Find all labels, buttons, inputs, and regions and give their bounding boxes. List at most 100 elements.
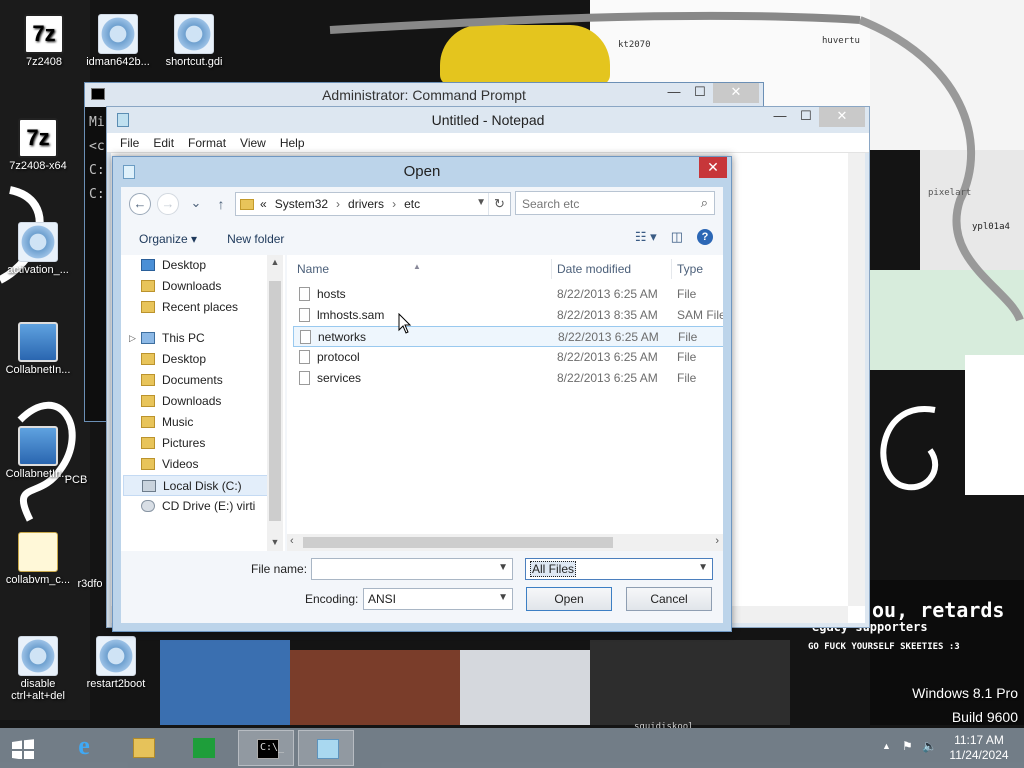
scroll-left-arrow-icon[interactable]: ‹ [290, 535, 294, 547]
search-input[interactable]: Search etc ⌕ [515, 191, 715, 215]
menu-format[interactable]: Format [181, 133, 233, 152]
open-dialog[interactable]: Open ✕ ← → ⌄ ↑ « System32 › drivers › et… [112, 156, 732, 632]
file-list[interactable]: ▲ Name Date modified Type hosts 8/22/2013… [287, 255, 723, 551]
navigation-pane[interactable]: Desktop Downloads Recent places ▷ This P… [121, 255, 285, 551]
desktop-icon-idman[interactable]: idman642b... [80, 14, 156, 68]
maximize-button[interactable]: ☐ [687, 83, 713, 103]
help-icon[interactable]: ? [697, 229, 713, 245]
desktop-icon-pcb[interactable]: PCB [56, 474, 96, 486]
minimize-button[interactable]: — [767, 107, 793, 127]
file-row[interactable]: lmhosts.sam 8/22/2013 8:35 AM SAM File [293, 305, 723, 326]
taskbar-notepad[interactable] [298, 730, 354, 766]
close-button[interactable]: ✕ [699, 157, 727, 178]
file-row[interactable]: networks 8/22/2013 6:25 AM File [293, 326, 723, 347]
desktop-icon-collabvm[interactable]: collabvm_c... [0, 532, 76, 586]
column-name[interactable]: Name [297, 262, 329, 276]
desktop-icon-shortcut[interactable]: shortcut.gdi [156, 14, 232, 68]
file-list-horizontal-scrollbar[interactable]: ‹ › [287, 534, 723, 551]
nav-favorites-desktop[interactable]: Desktop [141, 255, 285, 276]
encoding-select[interactable]: ANSI ▼ [363, 588, 513, 610]
breadcrumb-etc[interactable]: etc [404, 197, 420, 211]
desktop-icon-activation[interactable]: activation_... [0, 222, 76, 276]
scroll-up-arrow-icon[interactable]: ▲ [267, 257, 283, 267]
expand-arrow-icon[interactable]: ▷ [129, 333, 136, 344]
file-name-input[interactable]: ▼ [311, 558, 513, 580]
forward-arrow-icon[interactable]: → [157, 193, 179, 215]
taskbar-command-prompt[interactable]: C:\_ [238, 730, 294, 766]
notepad-title-bar[interactable]: Untitled - Notepad — ☐ ✕ [107, 107, 869, 133]
close-button[interactable]: ✕ [713, 83, 759, 103]
file-row[interactable]: protocol 8/22/2013 6:25 AM File [293, 347, 723, 368]
chevron-down-icon[interactable]: ▼ [476, 197, 486, 208]
recent-locations-chevron-icon[interactable]: ⌄ [185, 193, 207, 215]
breadcrumb-system32[interactable]: System32 [275, 197, 328, 211]
nav-pc-desktop[interactable]: Desktop [141, 349, 285, 370]
nav-cd-drive[interactable]: CD Drive (E:) virti [141, 496, 285, 517]
maximize-button[interactable]: ☐ [793, 107, 819, 127]
desktop-icon-r3dfo[interactable]: r3dfo [70, 578, 110, 590]
desktop-icon-7z2408-x64[interactable]: 7z 7z2408-x64 [0, 118, 76, 172]
cmd-title-bar[interactable]: Administrator: Command Prompt — ☐ ✕ [85, 83, 763, 107]
nav-local-disk[interactable]: Local Disk (C:) [123, 475, 271, 496]
column-divider[interactable] [671, 259, 672, 279]
change-view-icon[interactable]: ☷ ▾ [635, 229, 657, 245]
nav-pc-pictures[interactable]: Pictures [141, 433, 285, 454]
notepad-vertical-scrollbar[interactable] [848, 153, 865, 606]
breadcrumb-chevron-icon[interactable]: › [336, 197, 340, 211]
column-type[interactable]: Type [677, 262, 703, 276]
taskbar-file-explorer[interactable] [115, 730, 171, 766]
nav-pc-music[interactable]: Music [141, 412, 285, 433]
volume-muted-icon[interactable]: 🔈 [922, 739, 937, 753]
desktop-icon-disable-ctrl-alt-del[interactable]: disable ctrl+alt+del [0, 636, 76, 702]
menu-file[interactable]: File [113, 133, 146, 152]
nav-pc-videos[interactable]: Videos [141, 454, 285, 475]
file-type-filter-select[interactable]: All Files ▼ [525, 558, 713, 580]
scrollbar-thumb[interactable] [269, 281, 281, 521]
column-date-modified[interactable]: Date modified [557, 262, 631, 276]
scroll-down-arrow-icon[interactable]: ▼ [267, 537, 283, 547]
nav-favorites-downloads[interactable]: Downloads [141, 276, 285, 297]
preview-pane-icon[interactable]: ◫ [671, 229, 683, 245]
desktop-icon-restart2boot[interactable]: restart2boot [78, 636, 154, 690]
nav-favorites-recent[interactable]: Recent places [141, 297, 285, 318]
taskbar-clock[interactable]: 11:17 AM 11/24/2024 [944, 733, 1014, 763]
breadcrumb-overflow[interactable]: « [260, 197, 267, 211]
nav-pc-downloads[interactable]: Downloads [141, 391, 285, 412]
organize-button[interactable]: Organize ▾ [139, 232, 197, 246]
show-hidden-icons-chevron-icon[interactable]: ▲ [882, 741, 891, 751]
address-bar[interactable]: « System32 › drivers › etc ▼ ↻ [235, 192, 511, 216]
up-arrow-icon[interactable]: ↑ [213, 196, 229, 212]
refresh-icon[interactable]: ↻ [488, 193, 510, 215]
chevron-down-icon[interactable]: ▼ [498, 592, 508, 603]
menu-edit[interactable]: Edit [146, 133, 181, 152]
scrollbar-thumb[interactable] [303, 537, 613, 548]
taskbar-store[interactable] [175, 730, 231, 766]
open-dialog-title-bar[interactable]: Open ✕ [113, 157, 731, 187]
breadcrumb-drivers[interactable]: drivers [348, 197, 384, 211]
start-button[interactable] [0, 730, 50, 766]
close-button[interactable]: ✕ [819, 107, 865, 127]
file-row[interactable]: hosts 8/22/2013 6:25 AM File [293, 284, 723, 305]
open-button[interactable]: Open [526, 587, 612, 611]
taskbar-internet-explorer[interactable]: e [55, 730, 111, 766]
desktop-icon-label: restart2boot [86, 678, 146, 690]
menu-help[interactable]: Help [273, 133, 312, 152]
desktop-icon-collabnet-2[interactable]: CollabnetIn... [0, 426, 76, 480]
cancel-button[interactable]: Cancel [626, 587, 712, 611]
nav-pc-documents[interactable]: Documents [141, 370, 285, 391]
nav-this-pc[interactable]: This PC [141, 328, 285, 349]
desktop-icon-7z2408[interactable]: 7z 7z2408 [6, 14, 82, 68]
new-folder-button[interactable]: New folder [227, 232, 284, 246]
back-arrow-icon[interactable]: ← [129, 193, 151, 215]
column-divider[interactable] [551, 259, 552, 279]
chevron-down-icon[interactable]: ▼ [498, 562, 508, 573]
file-row[interactable]: services 8/22/2013 6:25 AM File [293, 368, 723, 389]
chevron-down-icon[interactable]: ▼ [698, 562, 708, 573]
scroll-right-arrow-icon[interactable]: › [715, 535, 719, 547]
nav-scrollbar[interactable]: ▲ ▼ [267, 255, 283, 551]
desktop-icon-collabnet[interactable]: CollabnetIn... [0, 322, 76, 376]
minimize-button[interactable]: — [661, 83, 687, 103]
menu-view[interactable]: View [233, 133, 273, 152]
action-center-flag-icon[interactable]: ⚑ [902, 739, 913, 753]
breadcrumb-chevron-icon[interactable]: › [392, 197, 396, 211]
